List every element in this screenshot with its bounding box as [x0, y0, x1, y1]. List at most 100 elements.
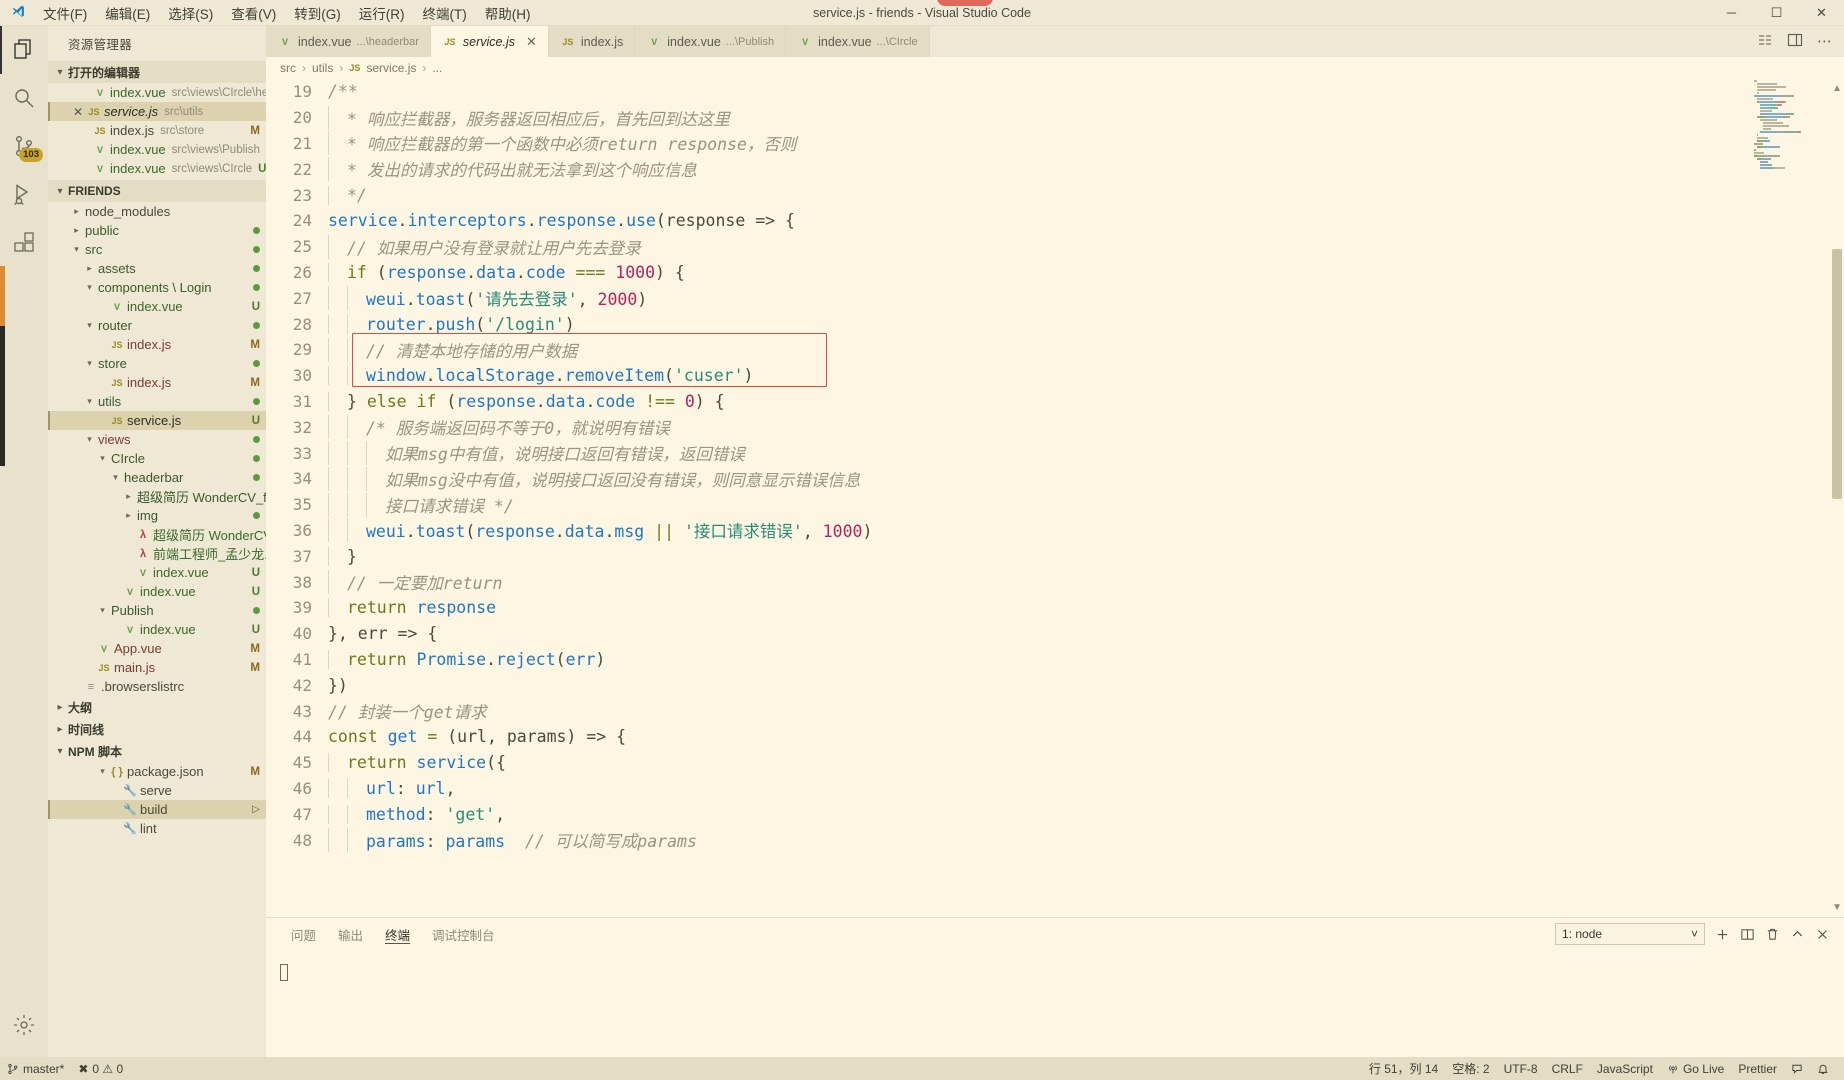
code-content[interactable]: 19 /** 20 * 响应拦截器，服务器返回相应后，首先回到达这里 21 * 响应拦截器…: [266, 79, 1752, 917]
code-line[interactable]: 42}): [266, 672, 1752, 698]
outline-section[interactable]: ▸ 大纲: [48, 696, 266, 718]
code-line[interactable]: 37}: [266, 543, 1752, 569]
chevron-down-icon[interactable]: ▾: [83, 358, 96, 369]
status-problems[interactable]: ✖ 0 ⚠ 0: [71, 1057, 130, 1080]
tab-service-js[interactable]: JS service.js ✕: [430, 26, 549, 57]
panel-tab-debug-console[interactable]: 调试控制台: [421, 918, 506, 950]
chevron-down-icon[interactable]: ▾: [96, 605, 109, 616]
code-line[interactable]: 46 url: url,: [266, 776, 1752, 802]
code-line[interactable]: 45 return service({: [266, 750, 1752, 776]
tree-row[interactable]: ▾ components \ Login: [48, 278, 266, 297]
npm-script-serve[interactable]: 🔧 serve: [48, 781, 266, 800]
menu-go[interactable]: 转到(G): [285, 0, 350, 25]
tree-row[interactable]: ▸ public: [48, 221, 266, 240]
tab-close-icon[interactable]: ✕: [526, 34, 537, 50]
open-editor-row[interactable]: V index.vue src\views\CIrcle U: [48, 159, 266, 178]
breadcrumb-file[interactable]: service.js: [366, 61, 416, 75]
scrollbar-thumb[interactable]: [1832, 249, 1842, 499]
code-line[interactable]: 44 const get = (url, params) => {: [266, 724, 1752, 750]
code-line[interactable]: 31} else if (response.data.code !== 0) {: [266, 389, 1752, 415]
menu-terminal[interactable]: 终端(T): [414, 0, 476, 25]
maximize-panel-icon[interactable]: [1790, 927, 1805, 942]
panel-tab-problems[interactable]: 问题: [280, 918, 327, 950]
open-editors-header[interactable]: ▾ 打开的编辑器: [48, 61, 266, 83]
open-editor-row[interactable]: V index.vue src\views\CIrcle\he... U: [48, 83, 266, 102]
tree-row[interactable]: ▾ views: [48, 430, 266, 449]
split-terminal-icon[interactable]: [1740, 927, 1755, 942]
chevron-right-icon[interactable]: ▸: [70, 225, 83, 236]
code-line[interactable]: 43 // 封装一个get请求: [266, 698, 1752, 724]
npm-script-build[interactable]: 🔧 build ▷: [48, 800, 266, 819]
tab-index-vue-headerbar[interactable]: V index.vue ...\headerbar: [266, 26, 431, 57]
tree-row[interactable]: ▾ utils: [48, 392, 266, 411]
terminal-selector[interactable]: 1: node ˅: [1555, 923, 1705, 945]
minimize-button[interactable]: ─: [1709, 0, 1754, 25]
chevron-down-icon[interactable]: ▾: [109, 472, 122, 483]
run-script-icon[interactable]: ▷: [252, 804, 260, 815]
chevron-right-icon[interactable]: ▸: [83, 263, 96, 274]
tab-index-vue-circle[interactable]: V index.vue ...\CIrcle: [786, 26, 930, 57]
code-line[interactable]: 47 method: 'get',: [266, 801, 1752, 827]
activity-extensions[interactable]: [0, 218, 48, 266]
status-encoding[interactable]: UTF-8: [1497, 1057, 1545, 1080]
code-line[interactable]: 39 return response: [266, 595, 1752, 621]
layout-icon[interactable]: [1787, 32, 1803, 51]
terminal-output[interactable]: [266, 950, 1844, 1057]
tree-row[interactable]: JS index.js M: [48, 373, 266, 392]
tree-row[interactable]: Vindex.vue U: [48, 297, 266, 316]
tree-row[interactable]: ▾ src: [48, 240, 266, 259]
tree-row[interactable]: ▸超级简历 WonderCV_files: [48, 487, 266, 506]
tree-row[interactable]: Vindex.vue U: [48, 582, 266, 601]
breadcrumb-utils[interactable]: utils: [312, 61, 333, 75]
code-line[interactable]: 29 // 清楚本地存储的用户数据: [266, 337, 1752, 363]
code-line[interactable]: 22 * 发出的请求的代码出就无法拿到这个响应信息: [266, 156, 1752, 182]
status-branch[interactable]: master*: [0, 1057, 71, 1080]
menu-bar[interactable]: 文件(F) 编辑(E) 选择(S) 查看(V) 转到(G) 运行(R) 终端(T…: [34, 0, 540, 25]
chevron-down-icon[interactable]: ▾: [70, 244, 83, 255]
code-line[interactable]: 21 * 响应拦截器的第一个函数中必须return response，否则: [266, 131, 1752, 157]
status-language-mode[interactable]: JavaScript: [1590, 1057, 1660, 1080]
npm-scripts-section[interactable]: ▾ NPM 脚本: [48, 740, 266, 762]
code-line[interactable]: 32 /* 服务端返回码不等于0，就说明有错误: [266, 414, 1752, 440]
breadcrumb[interactable]: src › utils › JS service.js › ...: [266, 57, 1844, 79]
status-go-live[interactable]: Go Live: [1660, 1057, 1731, 1080]
code-line[interactable]: 26 if (response.data.code === 1000) {: [266, 260, 1752, 286]
menu-view[interactable]: 查看(V): [222, 0, 285, 25]
scroll-down-icon[interactable]: ▼: [1832, 902, 1842, 913]
status-indentation[interactable]: 空格: 2: [1445, 1057, 1496, 1080]
tree-row[interactable]: ▸ node_modules: [48, 202, 266, 221]
code-line[interactable]: 36 weui.toast(response.data.msg || '接口请求错…: [266, 518, 1752, 544]
tree-row[interactable]: λ前端工程师_孟少龙.pdfU: [48, 544, 266, 563]
project-header[interactable]: ▾ FRIENDS: [48, 180, 266, 202]
activity-search[interactable]: [0, 74, 48, 122]
chevron-down-icon[interactable]: ▾: [83, 282, 96, 293]
split-editor-icon[interactable]: [1757, 32, 1773, 51]
maximize-button[interactable]: ☐: [1754, 0, 1799, 25]
tree-row[interactable]: ▾ CIrcle: [48, 449, 266, 468]
chevron-right-icon[interactable]: ▸: [70, 206, 83, 217]
tree-row[interactable]: ▾ headerbar: [48, 468, 266, 487]
more-actions-icon[interactable]: ⋯: [1817, 34, 1832, 49]
tree-row[interactable]: ≡ .browserslistrc: [48, 677, 266, 696]
close-button[interactable]: ✕: [1799, 0, 1844, 25]
breadcrumb-src[interactable]: src: [280, 61, 296, 75]
status-notifications[interactable]: [1810, 1057, 1836, 1080]
code-line[interactable]: 23 */: [266, 182, 1752, 208]
code-line[interactable]: 34 如果msg没中有值，说明接口返回没有错误，则同意显示错误信息: [266, 466, 1752, 492]
chevron-down-icon[interactable]: ▾: [83, 434, 96, 445]
chevron-down-icon[interactable]: ▾: [83, 320, 96, 331]
npm-script-lint[interactable]: 🔧 lint: [48, 819, 266, 838]
tree-row[interactable]: ▸ assets: [48, 259, 266, 278]
new-terminal-icon[interactable]: [1715, 927, 1730, 942]
open-editor-row-active[interactable]: ✕ JS service.js src\utils: [48, 102, 266, 121]
tree-row[interactable]: JS main.js M: [48, 658, 266, 677]
scroll-up-icon[interactable]: ▲: [1832, 83, 1842, 94]
tree-row[interactable]: Vindex.vue U: [48, 563, 266, 582]
tab-index-js[interactable]: JS index.js: [548, 26, 636, 57]
status-prettier[interactable]: Prettier: [1731, 1057, 1784, 1080]
code-line[interactable]: 28 router.push('/login'): [266, 311, 1752, 337]
tree-row[interactable]: ▾ router: [48, 316, 266, 335]
activity-source-control[interactable]: 103: [0, 122, 48, 170]
npm-package-root[interactable]: ▾ { } package.json M: [48, 762, 266, 781]
tree-row[interactable]: λ超级简历 WonderCV.pdfU: [48, 525, 266, 544]
